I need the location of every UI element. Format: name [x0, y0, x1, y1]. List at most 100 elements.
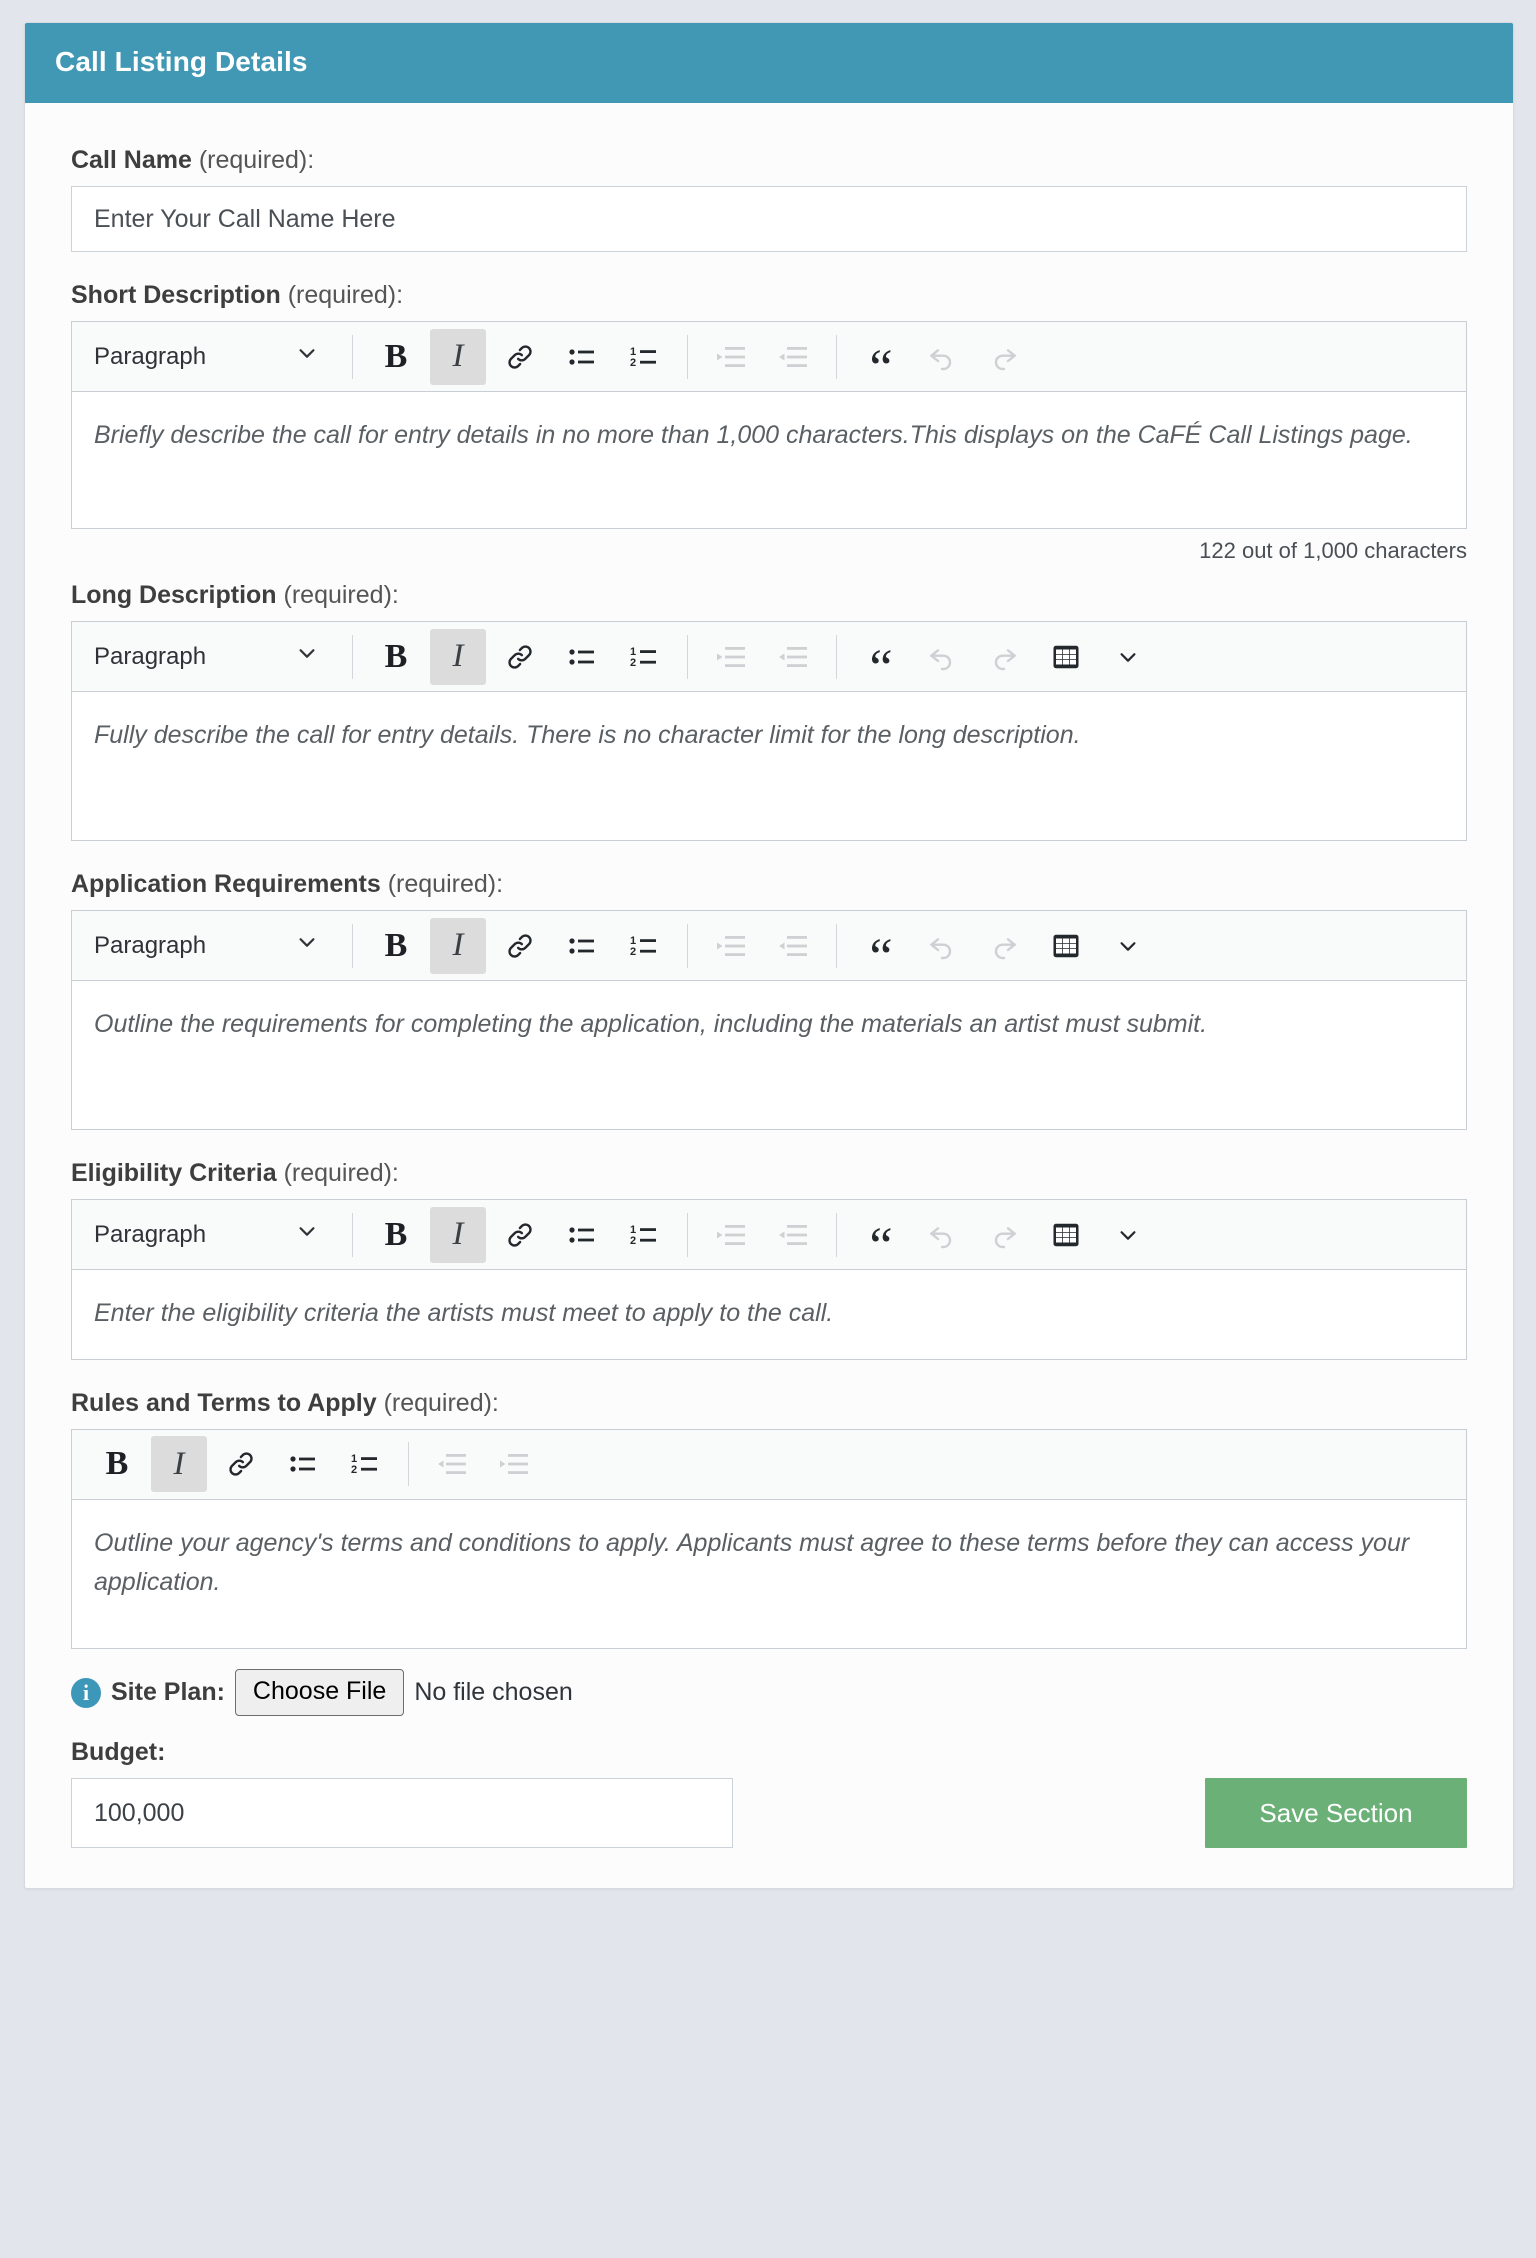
outdent-button[interactable]: [424, 1436, 480, 1492]
info-icon[interactable]: i: [71, 1677, 101, 1708]
indent-icon: [714, 341, 748, 373]
save-section-button[interactable]: Save Section: [1205, 1778, 1467, 1849]
table-button[interactable]: [1038, 918, 1094, 974]
budget-input[interactable]: [71, 1778, 733, 1849]
numbered-list-icon: 12: [628, 341, 660, 373]
link-button[interactable]: [492, 1207, 548, 1263]
bold-button[interactable]: B: [368, 918, 424, 974]
undo-button[interactable]: [914, 1207, 970, 1263]
field-application-requirements: Application Requirements (required): Par…: [71, 869, 1467, 1130]
bullet-list-button[interactable]: [554, 629, 610, 685]
italic-button[interactable]: I: [151, 1436, 207, 1493]
table-dropdown-button[interactable]: [1100, 1207, 1156, 1263]
bold-button[interactable]: B: [368, 1207, 424, 1263]
eligibility-criteria-content[interactable]: Enter the eligibility criteria the artis…: [72, 1270, 1466, 1359]
call-listing-details-card: Call Listing Details Call Name (required…: [24, 22, 1514, 1890]
link-icon: [505, 642, 535, 672]
application-requirements-content[interactable]: Outline the requirements for completing …: [72, 981, 1466, 1129]
undo-icon: [926, 641, 958, 673]
rules-and-terms-content[interactable]: Outline your agency's terms and conditio…: [72, 1500, 1466, 1648]
outdent-button[interactable]: [765, 918, 821, 974]
outdent-button[interactable]: [765, 1207, 821, 1263]
bold-button[interactable]: B: [89, 1436, 145, 1492]
indent-button[interactable]: [703, 629, 759, 685]
link-button[interactable]: [492, 918, 548, 974]
numbered-list-button[interactable]: 12: [337, 1436, 393, 1492]
redo-button[interactable]: [976, 1207, 1032, 1263]
field-long-description: Long Description (required): Paragraph B…: [71, 580, 1467, 841]
call-name-required-text: (required):: [198, 146, 315, 174]
table-button[interactable]: [1038, 629, 1094, 685]
bold-icon: B: [384, 1215, 408, 1253]
call-name-input[interactable]: [71, 186, 1467, 252]
italic-button[interactable]: I: [430, 628, 486, 685]
link-button[interactable]: [213, 1436, 269, 1492]
italic-button[interactable]: I: [430, 1206, 486, 1263]
numbered-list-button[interactable]: 12: [616, 629, 672, 685]
link-icon: [505, 931, 535, 961]
italic-button[interactable]: I: [430, 328, 486, 385]
outdent-button[interactable]: [765, 329, 821, 385]
bullet-list-button[interactable]: [275, 1436, 331, 1492]
bullet-list-button[interactable]: [554, 1207, 610, 1263]
outdent-button[interactable]: [765, 629, 821, 685]
table-dropdown-button[interactable]: [1100, 629, 1156, 685]
application-requirements-editor: Paragraph B I 12 “ Outline the requireme…: [71, 910, 1467, 1130]
blockquote-button[interactable]: “: [852, 918, 908, 983]
toolbar-divider: [687, 1212, 688, 1257]
italic-button[interactable]: I: [430, 917, 486, 974]
short-description-toolbar: Paragraph B I 12 “: [72, 322, 1466, 394]
numbered-list-button[interactable]: 12: [616, 1207, 672, 1263]
numbered-list-button[interactable]: 12: [616, 329, 672, 385]
redo-button[interactable]: [976, 629, 1032, 685]
outdent-icon: [776, 930, 810, 962]
application-requirements-required-text: (required):: [387, 870, 504, 898]
bold-button[interactable]: B: [368, 629, 424, 685]
indent-button[interactable]: [486, 1436, 542, 1492]
form-body: Call Name (required): Short Description …: [25, 103, 1513, 1888]
indent-button[interactable]: [703, 329, 759, 385]
italic-icon: I: [452, 927, 464, 963]
indent-button[interactable]: [703, 918, 759, 974]
choose-file-button[interactable]: Choose File: [234, 1668, 405, 1717]
undo-button[interactable]: [914, 918, 970, 974]
block-format-select[interactable]: Paragraph: [72, 1200, 340, 1269]
application-requirements-toolbar: Paragraph B I 12 “: [72, 911, 1466, 983]
toolbar-divider: [408, 1442, 409, 1487]
numbered-list-icon: 12: [349, 1448, 381, 1480]
budget-and-save-section: Budget: Save Section: [71, 1738, 1467, 1849]
bold-button[interactable]: B: [368, 329, 424, 385]
indent-button[interactable]: [703, 1207, 759, 1263]
table-icon: [1051, 642, 1081, 672]
bullet-list-button[interactable]: [554, 918, 610, 974]
application-requirements-label-text: Application Requirements: [71, 870, 381, 898]
blockquote-button[interactable]: “: [852, 329, 908, 394]
table-dropdown-button[interactable]: [1100, 918, 1156, 974]
redo-button[interactable]: [976, 329, 1032, 385]
table-button[interactable]: [1038, 1207, 1094, 1263]
undo-button[interactable]: [914, 629, 970, 685]
blockquote-button[interactable]: “: [852, 1207, 908, 1272]
undo-button[interactable]: [914, 329, 970, 385]
block-format-select[interactable]: Paragraph: [72, 322, 340, 391]
bullet-list-button[interactable]: [554, 329, 610, 385]
block-format-select[interactable]: Paragraph: [72, 911, 340, 980]
svg-text:2: 2: [630, 657, 636, 669]
link-button[interactable]: [492, 329, 548, 385]
numbered-list-button[interactable]: 12: [616, 918, 672, 974]
redo-icon: [988, 1219, 1020, 1251]
short-description-content[interactable]: Briefly describe the call for entry deta…: [72, 392, 1466, 528]
block-format-select[interactable]: Paragraph: [72, 622, 340, 691]
blockquote-button[interactable]: “: [852, 629, 908, 694]
long-description-content[interactable]: Fully describe the call for entry detail…: [72, 692, 1466, 840]
svg-text:2: 2: [630, 357, 636, 369]
redo-button[interactable]: [976, 918, 1032, 974]
long-description-label: Long Description (required):: [71, 580, 1467, 610]
call-name-label-text: Call Name: [71, 146, 192, 174]
short-description-label-text: Short Description: [71, 281, 281, 309]
link-button[interactable]: [492, 629, 548, 685]
bullet-list-icon: [566, 1219, 598, 1251]
indent-icon: [714, 641, 748, 673]
eligibility-criteria-editor: Paragraph B I 12 “ Enter the eligibility…: [71, 1199, 1467, 1360]
